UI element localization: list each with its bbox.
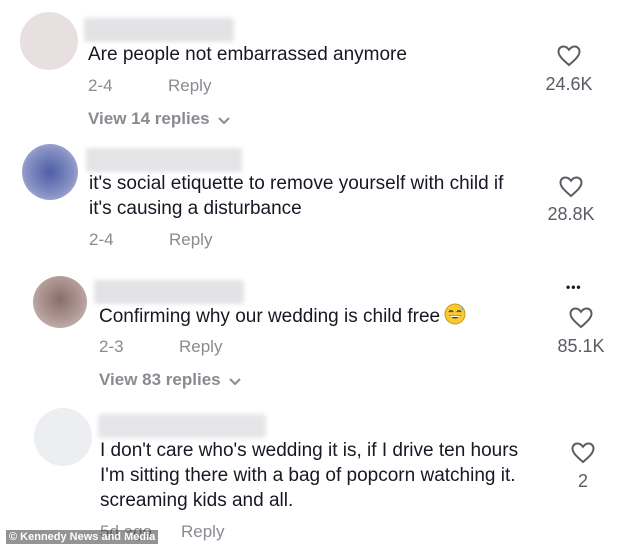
- view-replies-label: View 83 replies: [99, 370, 221, 389]
- username-blurred[interactable]: [84, 18, 234, 42]
- grinning-sweat-emoji: [444, 303, 466, 332]
- comment-text-line: I don't care who's wedding it is, if I d…: [100, 440, 519, 461]
- comment-date: 2-3: [99, 337, 124, 356]
- avatar[interactable]: [20, 12, 78, 70]
- chevron-down-icon: [228, 371, 241, 391]
- view-replies-label: View 14 replies: [88, 109, 210, 128]
- comment-text-line: Are people not embarrassed anymore: [88, 44, 407, 65]
- heart-icon[interactable]: [571, 442, 595, 469]
- comment-date: 2-4: [88, 76, 113, 95]
- like-count: 85.1K: [557, 336, 605, 356]
- heart-icon[interactable]: [559, 176, 583, 203]
- more-options-icon[interactable]: •••: [566, 280, 582, 294]
- like-count: 24.6K: [545, 74, 593, 94]
- username-blurred[interactable]: [86, 148, 242, 172]
- username-blurred[interactable]: [98, 414, 266, 438]
- avatar[interactable]: [22, 144, 78, 200]
- comment-text-line: it's causing a disturbance: [89, 198, 302, 219]
- like-count: 28.8K: [547, 204, 595, 224]
- comment-text: I don't care who's wedding it is, if I d…: [100, 438, 518, 513]
- comment-text: it's social etiquette to remove yourself…: [89, 171, 503, 221]
- heart-icon[interactable]: [569, 307, 593, 334]
- reply-button[interactable]: Reply: [181, 522, 224, 542]
- comment-text: Are people not embarrassed anymore: [88, 42, 407, 67]
- watermark: © Kennedy News and Media: [6, 530, 159, 544]
- reply-button[interactable]: Reply: [168, 76, 211, 96]
- chevron-down-icon: [217, 110, 230, 130]
- comment-text-line: it's social etiquette to remove yourself…: [89, 173, 504, 194]
- comment-text-line: screaming kids and all.: [100, 490, 294, 511]
- view-replies-button[interactable]: View 14 replies: [88, 109, 230, 130]
- heart-icon[interactable]: [557, 45, 581, 72]
- reply-button[interactable]: Reply: [179, 337, 222, 357]
- avatar[interactable]: [34, 408, 92, 466]
- reply-button[interactable]: Reply: [169, 230, 212, 250]
- like-count: 2: [577, 471, 588, 491]
- avatar[interactable]: [33, 276, 87, 328]
- comment-text: Confirming why our wedding is child free: [99, 303, 466, 332]
- comment-date: 2-4: [89, 230, 114, 249]
- view-replies-button[interactable]: View 83 replies: [99, 370, 241, 391]
- username-blurred[interactable]: [94, 280, 244, 304]
- comment-text-line: I'm sitting there with a bag of popcorn …: [100, 465, 516, 486]
- comment-text-line: Confirming why our wedding is child free: [99, 306, 441, 327]
